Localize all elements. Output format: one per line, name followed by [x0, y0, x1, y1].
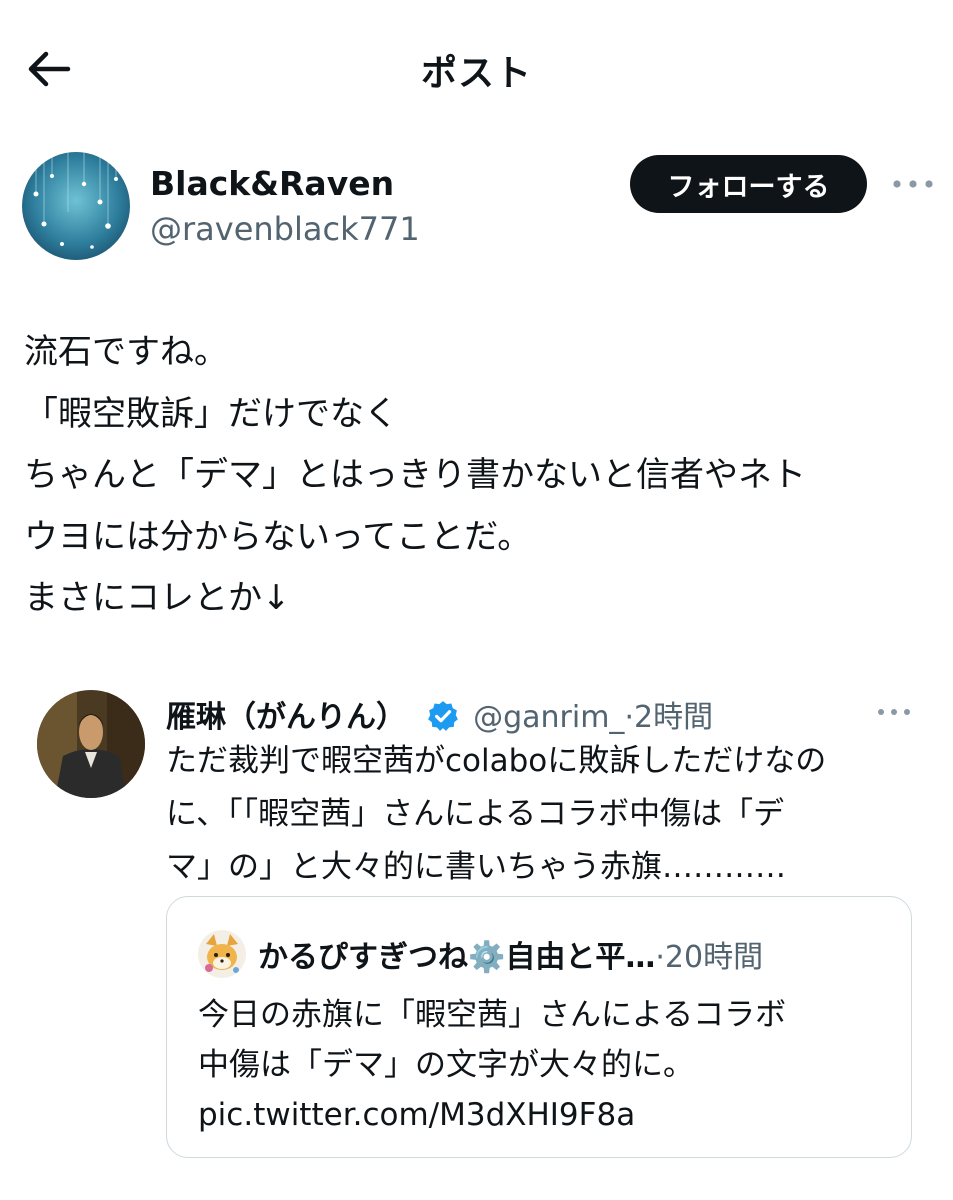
quoted-line: ただ裁判で暇空茜がcolaboに敗訴しただけなの — [166, 743, 827, 779]
verified-badge-icon — [427, 701, 458, 731]
fox-avatar-image — [198, 930, 246, 978]
author-handle[interactable]: @ravenblack771 — [150, 210, 420, 248]
nested-timestamp[interactable]: 20時間 — [665, 940, 763, 975]
separator-dot: · — [624, 700, 634, 735]
more-dots-icon[interactable] — [874, 698, 914, 726]
quoted-author-avatar[interactable] — [37, 690, 145, 798]
quoted-line: に、「「暇空茜」さんによるコラボ中傷は「デ — [166, 796, 785, 832]
quoted-author-name[interactable]: 雁琳（がんりん） — [166, 700, 406, 735]
post-text: 流石ですね。 「暇空敗訴」だけでなく ちゃんと「デマ」とはっきり書かないと信者や… — [24, 322, 939, 630]
post-line: 「暇空敗訴」だけでなく — [24, 393, 398, 434]
quoted-text: ただ裁判で暇空茜がcolaboに敗訴しただけなの に、「「暇空茜」さんによるコラ… — [166, 735, 926, 894]
post-line: ウヨには分からないってことだ。 — [24, 516, 532, 557]
more-dots-icon[interactable] — [888, 166, 938, 202]
author-avatar[interactable] — [22, 152, 130, 260]
nested-text: 今日の赤旗に「暇空茜」さんによるコラボ 中傷は「デマ」の文字が大々的に。 pic… — [198, 990, 888, 1140]
page-title: ポスト — [420, 53, 532, 94]
nested-author-name[interactable]: かるぴすぎつね⚙️自由と平… — [258, 940, 655, 975]
quoted-line: マ」の」と大々的に書いちゃう赤旗………… — [166, 849, 786, 885]
quoted-header: 雁琳（がんりん） @ganrim_·2時間 — [166, 692, 926, 735]
nested-line: 中傷は「デマ」の文字が大々的に。 — [198, 1047, 694, 1083]
follow-button[interactable]: フォローする — [630, 155, 867, 213]
post-line: ちゃんと「デマ」とはっきり書かないと信者やネト — [24, 455, 806, 495]
nested-header: かるぴすぎつね⚙️自由と平…·20時間 — [258, 932, 898, 976]
nested-author-avatar[interactable] — [198, 930, 246, 978]
author-name[interactable]: Black&Raven — [150, 164, 394, 203]
nested-link[interactable]: pic.twitter.com/M3dXHI9F8a — [198, 1090, 888, 1140]
separator-dot: · — [655, 940, 665, 975]
quoted-timestamp[interactable]: 2時間 — [634, 700, 713, 735]
post-line: 流石ですね。 — [24, 332, 228, 372]
nested-line: 今日の赤旗に「暇空茜」さんによるコラボ — [198, 997, 787, 1033]
quoted-author-handle[interactable]: @ganrim_ — [473, 700, 624, 735]
moon-avatar-image — [22, 152, 130, 260]
portrait-avatar-image — [37, 690, 145, 798]
post-line: まさにコレとか↓ — [24, 578, 291, 618]
